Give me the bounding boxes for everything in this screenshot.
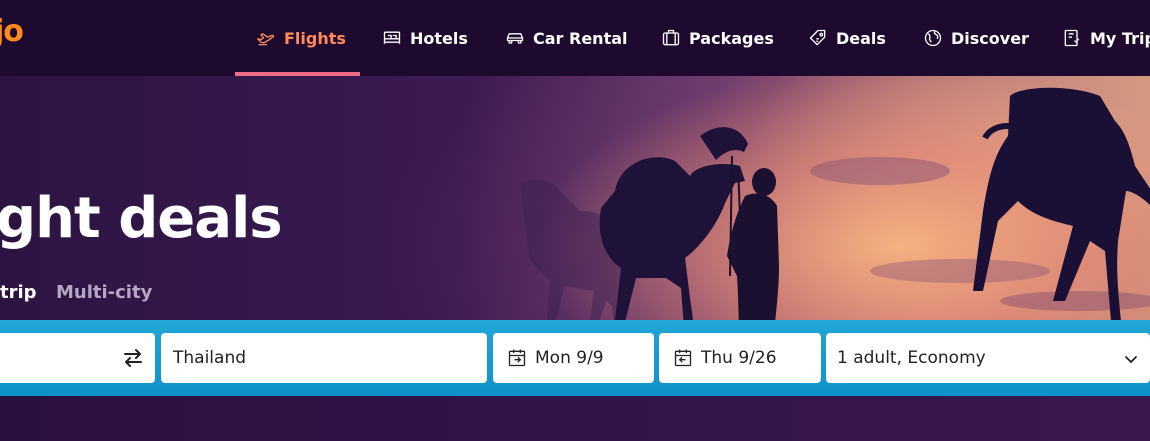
nav-deals[interactable]: Deals <box>808 0 886 76</box>
swap-icon[interactable] <box>121 346 145 370</box>
travelers-cabin-selector[interactable]: 1 adult, Economy <box>826 333 1150 383</box>
destination-field[interactable]: Thailand <box>161 333 487 383</box>
globe-icon <box>923 28 943 48</box>
origin-field[interactable] <box>0 333 155 383</box>
suitcase-icon <box>661 28 681 48</box>
nav-hotels-label: Hotels <box>410 28 468 48</box>
hero-bottom-band <box>0 396 1150 441</box>
tag-icon <box>808 28 828 48</box>
nav-my-trips-label: My Trip <box>1090 28 1150 48</box>
nav-car-rental[interactable]: Car Rental <box>505 0 628 76</box>
nav-discover[interactable]: Discover <box>923 0 1029 76</box>
nav-flights[interactable]: Flights <box>256 0 346 76</box>
travelers-value: 1 adult, Economy <box>837 348 986 368</box>
nav-hotels[interactable]: Hotels <box>382 0 468 76</box>
depart-date-value: Mon 9/9 <box>535 348 604 368</box>
nav-flights-label: Flights <box>284 28 346 48</box>
destination-value: Thailand <box>173 348 247 368</box>
nav-car-rental-label: Car Rental <box>533 28 628 48</box>
return-date-value: Thu 9/26 <box>701 348 777 368</box>
nav-packages[interactable]: Packages <box>661 0 774 76</box>
trip-type-multi-city[interactable]: Multi-city <box>56 282 152 303</box>
calendar-icon <box>507 348 527 368</box>
trip-type-selected[interactable]: trip <box>0 282 37 303</box>
nav-packages-label: Packages <box>689 28 774 48</box>
flight-search-bar: Thailand Mon 9/9 Thu 9/26 1 adult, Econo… <box>0 320 1150 396</box>
chevron-down-icon <box>1124 351 1138 365</box>
itinerary-icon <box>1062 28 1082 48</box>
car-icon <box>505 28 525 48</box>
nav-deals-label: Deals <box>836 28 886 48</box>
bed-icon <box>382 28 402 48</box>
return-date-field[interactable]: Thu 9/26 <box>659 333 821 383</box>
hero-banner: ght deals trip Multi-city Thailand Mon 9… <box>0 76 1150 441</box>
nav-my-trips[interactable]: My Trip <box>1062 0 1150 76</box>
plane-icon <box>256 28 276 48</box>
depart-date-field[interactable]: Mon 9/9 <box>493 333 654 383</box>
nav-discover-label: Discover <box>951 28 1029 48</box>
top-navigation: jo Flights Hotels Car Rental <box>0 0 1150 76</box>
calendar-icon <box>673 348 693 368</box>
hero-title: ght deals <box>0 186 283 251</box>
brand-logo[interactable]: jo <box>0 14 24 49</box>
